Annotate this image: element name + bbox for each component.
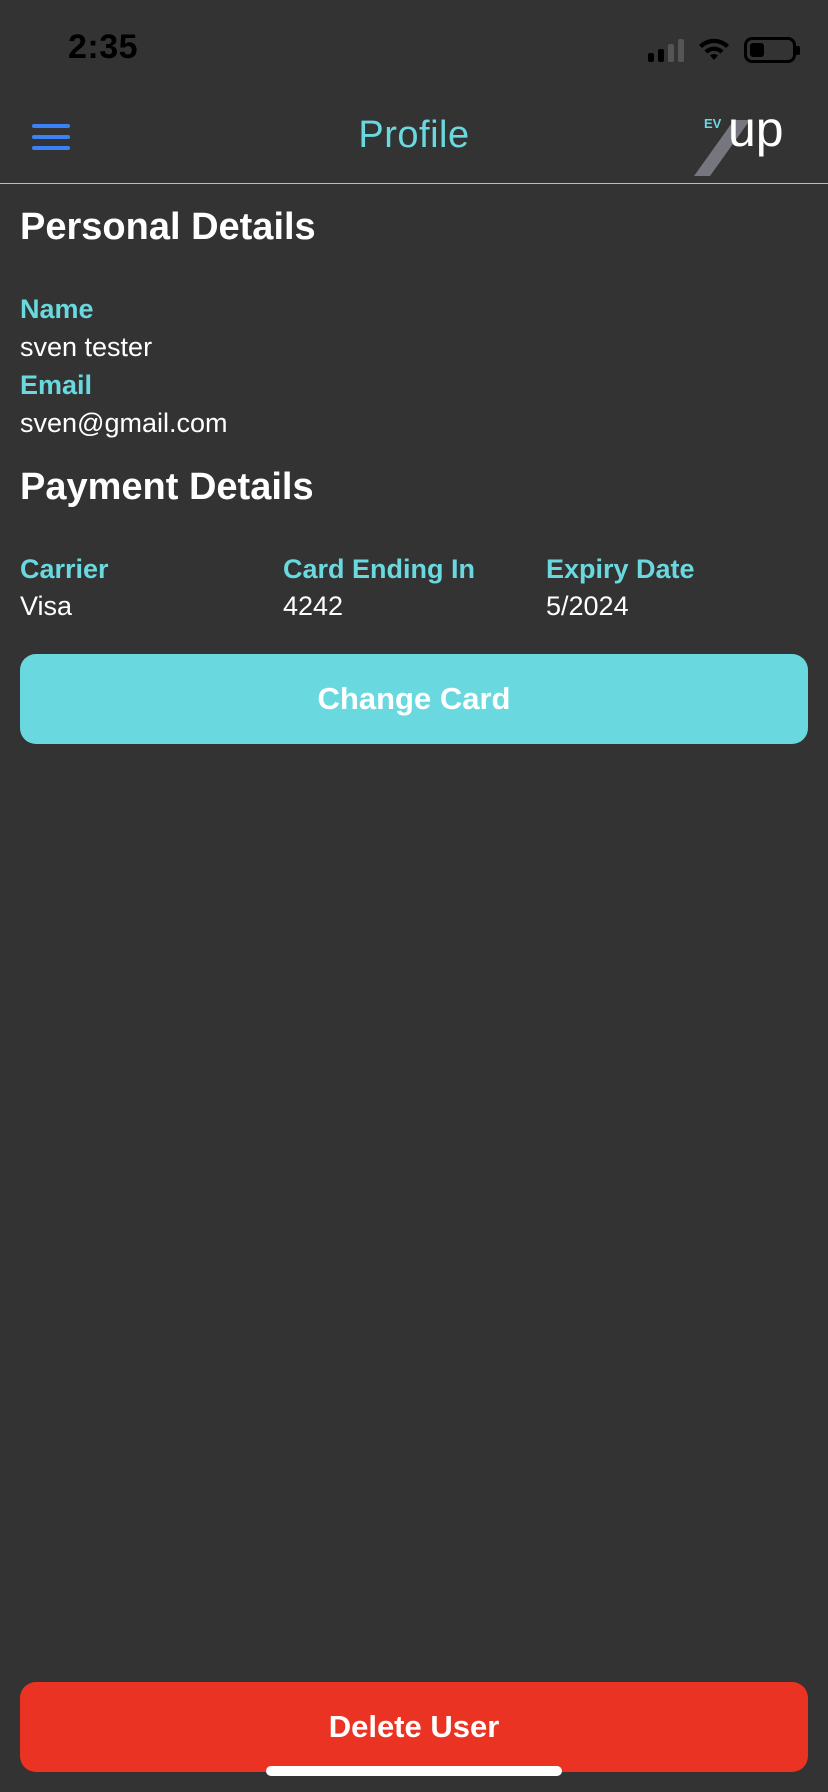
card-ending-value: 4242 (283, 591, 344, 621)
change-card-button[interactable]: Change Card (20, 654, 808, 744)
carrier-label: Carrier (20, 554, 109, 584)
battery-fill (750, 43, 764, 57)
status-icons (648, 34, 800, 66)
wifi-icon (699, 38, 729, 60)
personal-details-title: Personal Details (20, 206, 316, 248)
carrier-value: Visa (20, 591, 73, 621)
email-value: sven@gmail.com (20, 408, 228, 438)
expiry-date-label: Expiry Date (546, 554, 695, 584)
status-time: 2:35 (68, 28, 139, 66)
name-label: Name (20, 294, 94, 324)
expiry-date-field: Expiry Date 5/2024 (546, 554, 695, 622)
app-header: Profile EV up (0, 96, 828, 184)
logo-main-text: up (728, 104, 784, 157)
logo-small-text: EV (704, 116, 722, 131)
email-label: Email (20, 370, 93, 400)
name-value: sven tester (20, 332, 153, 362)
card-ending-label: Card Ending In (283, 554, 475, 584)
profile-screen: 2:35 Profile EV up Personal Details Name… (0, 0, 828, 1792)
carrier-field: Carrier Visa (20, 554, 109, 622)
delete-user-button[interactable]: Delete User (20, 1682, 808, 1772)
home-indicator (266, 1766, 562, 1776)
payment-details-title: Payment Details (20, 466, 314, 508)
cellular-signal-icon (648, 38, 684, 62)
status-bar: 2:35 (0, 0, 828, 96)
expiry-date-value: 5/2024 (546, 591, 629, 621)
evup-logo: EV up (694, 104, 784, 176)
battery-icon (744, 37, 800, 63)
card-ending-field: Card Ending In 4242 (283, 554, 475, 622)
